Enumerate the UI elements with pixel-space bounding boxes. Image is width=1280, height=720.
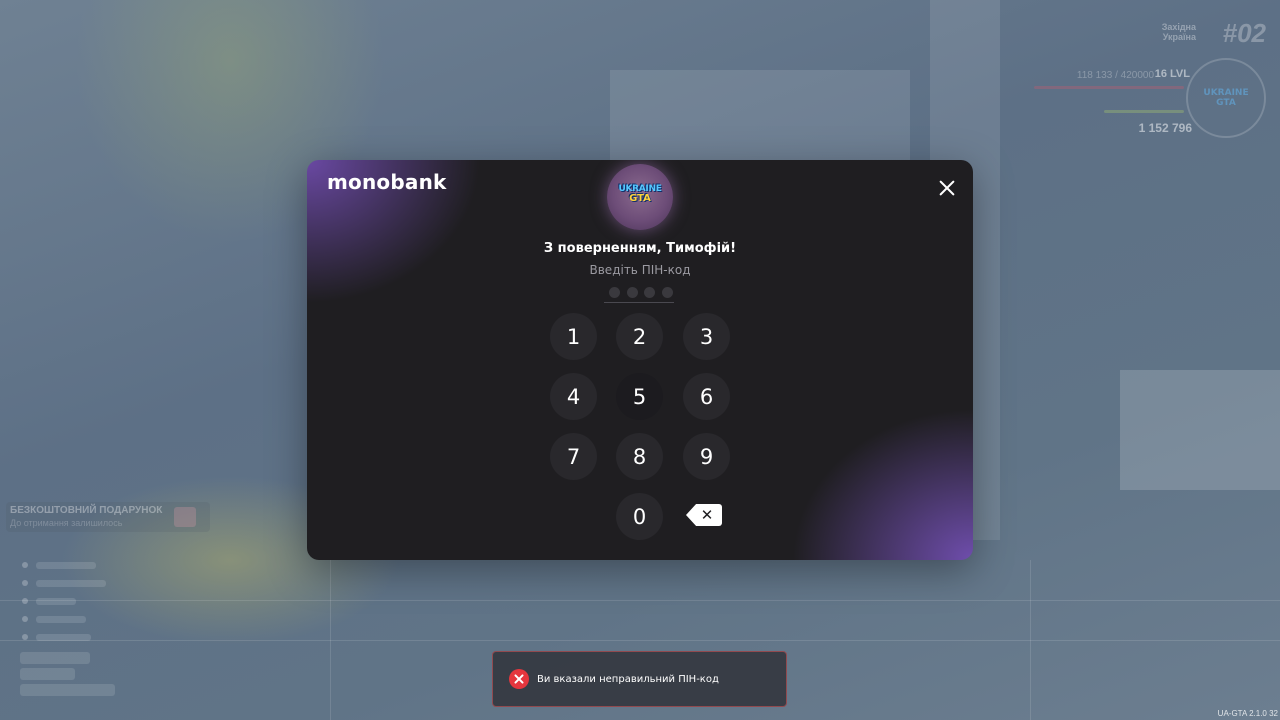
menu-dot-icon	[22, 616, 28, 622]
floor-line	[0, 600, 1280, 601]
background-object	[1120, 370, 1280, 490]
pin-dot	[661, 287, 673, 298]
menu-bar	[36, 597, 76, 605]
menu-bar	[36, 561, 96, 569]
pin-dot	[644, 287, 656, 298]
keypad-key-4[interactable]: 4	[550, 373, 597, 420]
keypad-key-3[interactable]: 3	[683, 313, 730, 360]
keypad-key-8[interactable]: 8	[616, 433, 663, 480]
region-line: Україна	[1162, 32, 1196, 42]
menu-dot-icon	[22, 562, 28, 568]
gift-subtitle: До отримання залишилось	[10, 518, 123, 528]
brand-title: monobank	[327, 170, 447, 194]
toast-message: Ви вказали неправильний ПІН-код	[537, 673, 719, 685]
hud-chip	[20, 684, 115, 696]
region-label: Західна Україна	[1162, 22, 1196, 42]
server-logo: UKRAINE GTA	[1186, 58, 1266, 138]
welcome-heading: З поверненням, Тимофій!	[543, 241, 737, 256]
floor-line	[330, 560, 331, 720]
menu-bar	[36, 579, 106, 587]
hud-menu-row	[22, 556, 106, 574]
keypad-key-9[interactable]: 9	[683, 433, 730, 480]
keypad-key-2[interactable]: 2	[616, 313, 663, 360]
hud-chip	[20, 668, 75, 680]
keypad-key-7[interactable]: 7	[550, 433, 597, 480]
player-hud: Західна Україна #02 118 133 / 420000 16 …	[1034, 18, 1266, 158]
floor-line	[1030, 560, 1031, 720]
floor-line	[0, 640, 1280, 641]
game-version: UA-GTA 2.1.0 32	[1217, 709, 1278, 718]
free-gift-panel[interactable]: БЕЗКОШТОВНИЙ ПОДАРУНОК До отримання зали…	[6, 502, 210, 532]
level-badge: 16 LVL	[1154, 68, 1190, 80]
error-icon	[509, 669, 529, 689]
backspace-button[interactable]: ✕	[686, 504, 722, 526]
hud-menu-row	[22, 610, 106, 628]
avatar-logo-line: GTA	[629, 193, 651, 204]
gift-title: БЕЗКОШТОВНИЙ ПОДАРУНОК	[10, 505, 163, 516]
hud-chip	[20, 652, 90, 664]
server-number: #02	[1222, 18, 1266, 48]
xp-counter: 118 133 / 420000	[1076, 70, 1154, 81]
region-line: Західна	[1161, 22, 1196, 32]
menu-dot-icon	[22, 598, 28, 604]
menu-bar	[36, 615, 86, 623]
hud-menu-row	[22, 574, 106, 592]
pin-hint: Введіть ПІН-код	[589, 263, 691, 277]
hud-menu-list	[22, 556, 106, 646]
menu-dot-icon	[22, 634, 28, 640]
money-counter: 1 152 796	[1138, 121, 1192, 135]
hud-menu-row	[22, 628, 106, 646]
pin-dot	[626, 287, 638, 298]
error-toast: Ви вказали неправильний ПІН-код	[492, 651, 787, 707]
keypad-key-1[interactable]: 1	[550, 313, 597, 360]
monobank-pin-dialog: monobank UKRAINE GTA З поверненням, Тимо…	[307, 160, 973, 560]
avatar-logo: UKRAINE GTA	[613, 184, 667, 204]
avatar: UKRAINE GTA	[607, 164, 673, 230]
armor-bar	[1104, 110, 1184, 113]
gift-icon	[174, 507, 196, 527]
pin-dot	[609, 287, 620, 298]
keypad-key-6[interactable]: 6	[683, 373, 730, 420]
close-icon[interactable]	[935, 176, 959, 200]
keypad-key-5[interactable]: 5	[616, 373, 663, 420]
hud-menu-row	[22, 592, 106, 610]
health-bar	[1034, 86, 1184, 89]
pin-underline	[604, 302, 674, 303]
server-logo-text: UKRAINE GTA	[1203, 88, 1249, 108]
backspace-x-icon: ✕	[700, 506, 714, 524]
keypad-key-0[interactable]: 0	[616, 493, 663, 540]
menu-dot-icon	[22, 580, 28, 586]
menu-bar	[36, 633, 91, 641]
